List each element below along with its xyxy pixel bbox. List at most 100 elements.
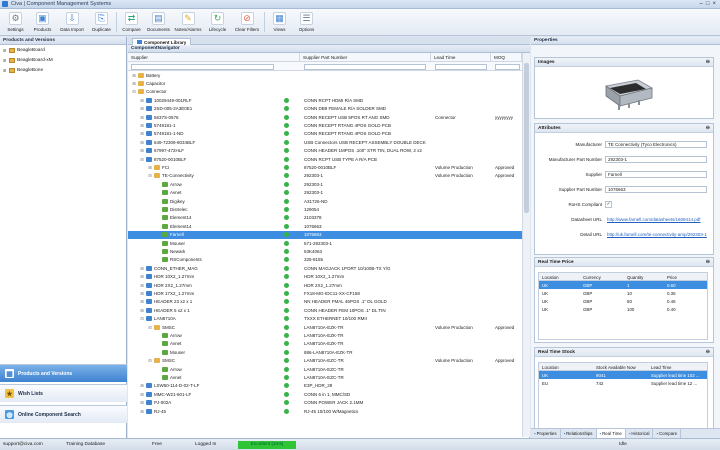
column-header[interactable]: Location xyxy=(542,365,559,370)
table-row[interactable]: Element14 1076663 xyxy=(128,222,522,230)
attribute-link[interactable]: http://www.farnell.com/datasheets/160941… xyxy=(605,216,707,223)
table-row[interactable]: Newark 53K4063 xyxy=(128,247,522,255)
table-row[interactable]: ⊞ CONN_ETHER_MAG CONN MAGJACK 1PORT 10/100… xyxy=(128,264,522,272)
expand-icon[interactable]: ⊞ xyxy=(140,266,144,271)
table-row[interactable]: ⊞ 5749181-1-ND CONN RECEPT RTANG 4POS GOLD… xyxy=(128,130,522,138)
column-header[interactable]: Location xyxy=(542,275,559,280)
notes-alarms-button[interactable]: ✎ Notes/Alarms xyxy=(172,9,204,35)
table-row[interactable]: ⊟ TE-Connectivity 292303-1 Volume Productio… xyxy=(128,172,522,180)
table-row[interactable]: ⊞ HDR 17X2_1.27mm FX18-MG-IDC11-XX-CF158 xyxy=(128,289,522,297)
expand-icon[interactable]: ⊞ xyxy=(140,283,144,288)
table-row[interactable]: ⊞ RJ-45 RJ-45 10/100 W/Magnetics xyxy=(128,407,522,415)
attribute-value[interactable]: Farnell xyxy=(605,170,707,178)
expand-icon[interactable]: ⊟ xyxy=(148,173,152,178)
table-row[interactable]: RSComponents 325-8155 xyxy=(128,256,522,264)
table-row[interactable]: Digikey A31726-ND xyxy=(128,197,522,205)
product-item[interactable]: ⊞ BeagleBone xyxy=(0,65,126,75)
table-row[interactable]: ⊞ LSW50-114-D-02-T-LF E3P_HDR_28 xyxy=(128,382,522,390)
expand-icon[interactable]: ⊞ xyxy=(148,165,152,170)
table-row[interactable]: ⊟ SMSC LAN8710A-EZK-TR Volume Production App… xyxy=(128,323,522,331)
attribute-value[interactable]: 292303-1 xyxy=(605,155,707,163)
tab-component-library[interactable]: Component Library xyxy=(132,38,192,45)
clear-filters-button[interactable]: ⊘ Clear Filters xyxy=(231,9,263,35)
expand-icon[interactable]: ⊞ xyxy=(140,148,144,153)
moq-filter-input[interactable] xyxy=(495,63,520,70)
table-row[interactable]: ⊟ LAN8710A TXXX ETHERNET 10/100 RMII xyxy=(128,315,522,323)
table-row[interactable]: UK GBP 50 0.46 xyxy=(539,297,707,305)
vertical-scrollbar[interactable] xyxy=(522,53,530,437)
table-row[interactable]: Arrow LAN8710A-EZK-TR xyxy=(128,331,522,339)
expand-icon[interactable]: ⊞ xyxy=(3,68,7,73)
table-row[interactable]: Arrow LAN8710A-EZC-TR xyxy=(128,365,522,373)
product-item[interactable]: ⊞ BeagleBoard xyxy=(0,45,126,55)
attribute-value[interactable]: ✓ xyxy=(605,200,612,208)
data-import-button[interactable]: ⇩ Data Import xyxy=(56,9,88,35)
lifecycle-button[interactable]: ↻ Lifecycle xyxy=(204,9,231,35)
table-row[interactable]: Mouser 886-LAN8710A-EZK-TR xyxy=(128,348,522,356)
expand-icon[interactable]: ⊞ xyxy=(140,308,144,313)
duplicate-button[interactable]: ⎘ Duplicate xyxy=(88,9,115,35)
table-row[interactable]: UK GBP 100 0.40 xyxy=(539,305,707,313)
expand-icon[interactable]: ⊞ xyxy=(132,73,136,78)
expand-icon[interactable]: ⊞ xyxy=(140,400,144,405)
tab-real-time[interactable]: ▪ Real Time xyxy=(596,429,626,438)
attributes-section-header[interactable]: Attributes ⊖ xyxy=(535,124,713,133)
attribute-link[interactable]: http://uk.farnell.com/te-connectivity-am… xyxy=(605,231,707,238)
tab-properties[interactable]: ▪ Properties xyxy=(531,429,561,438)
options-button[interactable]: ☰ Options xyxy=(293,9,320,35)
column-header[interactable]: Stock Available Now xyxy=(596,365,636,370)
expand-icon[interactable]: ⊞ xyxy=(3,48,7,53)
expand-icon[interactable]: ⊟ xyxy=(140,316,144,321)
products-button[interactable]: ▣ Products xyxy=(29,9,56,35)
table-row[interactable]: ⊞ Capacitor xyxy=(128,79,522,87)
col-supplier[interactable]: Supplier xyxy=(128,53,300,62)
nav-wish-lists[interactable]: ★ Wish Lists xyxy=(0,384,127,402)
expand-icon[interactable]: ⊞ xyxy=(140,106,144,111)
documents-button[interactable]: ▤ Documents xyxy=(145,9,172,35)
expand-icon[interactable]: ⊟ xyxy=(132,89,136,94)
table-row[interactable]: ⊟ Connector xyxy=(128,88,522,96)
tab-historical[interactable]: ▪ Historical xyxy=(626,429,654,438)
table-row[interactable]: Avnet LAN8710A-EZC-TR xyxy=(128,373,522,381)
collapse-icon[interactable]: ⊖ xyxy=(706,59,710,65)
table-row[interactable]: Avnet LAN8710A-EZK-TR xyxy=(128,340,522,348)
nav-online-component-search[interactable]: ◍ Online Component Search xyxy=(0,405,127,423)
expand-icon[interactable]: ⊞ xyxy=(3,58,7,63)
attribute-value[interactable]: TE Connectivity (Tyco Electronics) xyxy=(605,140,707,148)
attribute-value[interactable]: 1076663 xyxy=(605,185,707,193)
table-row[interactable]: ⊞ HEADER 23 x2 x 1 NN HEADER FMAL 46POS .1… xyxy=(128,298,522,306)
expand-icon[interactable]: ⊞ xyxy=(140,299,144,304)
maximize-icon[interactable]: □ xyxy=(706,1,710,7)
table-row[interactable]: UK 9041 Supplier lead time 102 ... xyxy=(539,371,707,379)
table-row[interactable]: ⊞ 67997-472HLF CONN HEADER 1MPOS .100" STR… xyxy=(128,147,522,155)
product-item[interactable]: ⊞ BeagleBoard-xM xyxy=(0,55,126,65)
expand-icon[interactable]: ⊞ xyxy=(140,383,144,388)
price-section-header[interactable]: Real Time Price ⊖ xyxy=(535,258,713,267)
table-row[interactable]: ⊞ MMC-W21-601-LF CONN 6 in 1, MMC/SD xyxy=(128,390,522,398)
expand-icon[interactable]: ⊞ xyxy=(140,274,144,279)
lead-time-filter-input[interactable] xyxy=(435,63,487,70)
part-number-filter-input[interactable] xyxy=(304,63,426,70)
expand-icon[interactable]: ⊞ xyxy=(140,123,144,128)
stock-section-header[interactable]: Real Time Stock ⊖ xyxy=(535,348,713,357)
table-row[interactable]: Avnet 292303-1 xyxy=(128,189,522,197)
col-moq[interactable]: MOQ xyxy=(491,53,522,62)
table-row[interactable]: ⊞ 5749181-1 CONN RECEPT RTANG 4POS GOLD PC… xyxy=(128,121,522,129)
expand-icon[interactable]: ⊞ xyxy=(140,131,144,136)
table-row[interactable]: ⊞ FCI 87520-0010BLF Volume Production Approv… xyxy=(128,163,522,171)
column-header[interactable]: Quantity xyxy=(627,275,643,280)
supplier-filter-input[interactable] xyxy=(131,63,274,70)
scroll-thumb[interactable] xyxy=(524,63,529,213)
close-icon[interactable]: × xyxy=(712,1,716,7)
column-header[interactable]: Price xyxy=(667,275,677,280)
col-lead-time[interactable]: Lead Time xyxy=(431,53,491,62)
expand-icon[interactable]: ⊞ xyxy=(140,409,144,414)
table-row[interactable]: Distrelec 129054 xyxy=(128,205,522,213)
compare-button[interactable]: ⇄ Compare xyxy=(118,9,145,35)
expand-icon[interactable]: ⊟ xyxy=(148,325,152,330)
table-row[interactable]: ⊞ HDR 10X2_1.27mm HDR 10X2_1.27mm xyxy=(128,273,522,281)
nav-products-and-versions[interactable]: ▦ Products and Versions xyxy=(0,364,127,382)
column-header[interactable]: Lead Time xyxy=(651,365,672,370)
table-row[interactable]: Element14 2103378 xyxy=(128,214,522,222)
table-row[interactable]: ⊞ PJ-002A CONN POWER JACK 2.1MM xyxy=(128,399,522,407)
